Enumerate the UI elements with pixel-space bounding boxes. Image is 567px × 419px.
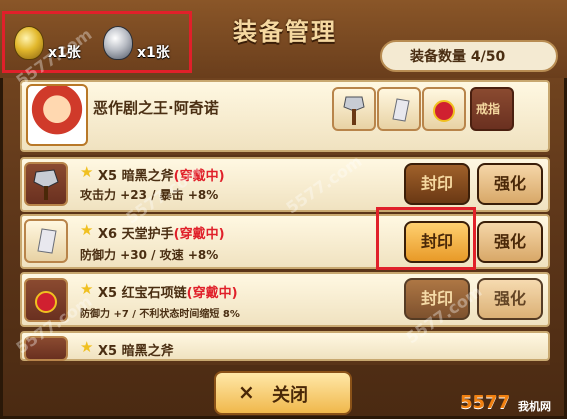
slot-axe-icon[interactable] (332, 87, 376, 131)
slot-ruby-necklace-icon[interactable] (422, 87, 466, 131)
star-icon: ★ (80, 221, 94, 239)
enhance-button[interactable]: 强化 (477, 163, 543, 205)
star-icon: ★ (80, 163, 94, 181)
silver-seal-coin-icon (103, 26, 133, 60)
slot-gauntlet-icon[interactable] (377, 87, 421, 131)
item-name: X5 暗黑之斧(穿戴中) (98, 169, 225, 184)
slot-ring-label: 戒指 (476, 102, 501, 116)
enhance-button[interactable]: 强化 (477, 221, 543, 263)
seal-highlight-box (376, 207, 476, 270)
item-name: X6 天堂护手(穿戴中) (98, 227, 225, 242)
gauntlet-icon (24, 219, 68, 263)
item-stats: 防御力 +30 / 攻速 +8% (80, 248, 219, 262)
item-stats: 防御力 +7 / 不利状态时间缩短 8% (80, 309, 240, 320)
silver-coin-count: x1张 (137, 45, 170, 61)
axe-icon (24, 162, 68, 206)
item-name: X5 红宝石项链(穿戴中) (98, 286, 238, 301)
item-name: X5 暗黑之斧 (98, 344, 174, 359)
star-icon: ★ (80, 338, 94, 356)
brand-logo: 5577 (460, 392, 511, 413)
close-icon: × (238, 380, 255, 404)
equip-count: 装备数量 4/50 (410, 49, 506, 65)
close-label: 关闭 (272, 385, 308, 406)
hero-portrait-avatar[interactable] (26, 84, 88, 146)
hero-name: 恶作剧之王·阿奇诺 (93, 99, 219, 117)
enhance-button[interactable]: 强化 (477, 278, 543, 320)
page-title: 装备管理 (233, 18, 337, 46)
brand-site: 我机网 (518, 400, 551, 413)
seal-button[interactable]: 封印 (404, 163, 470, 205)
